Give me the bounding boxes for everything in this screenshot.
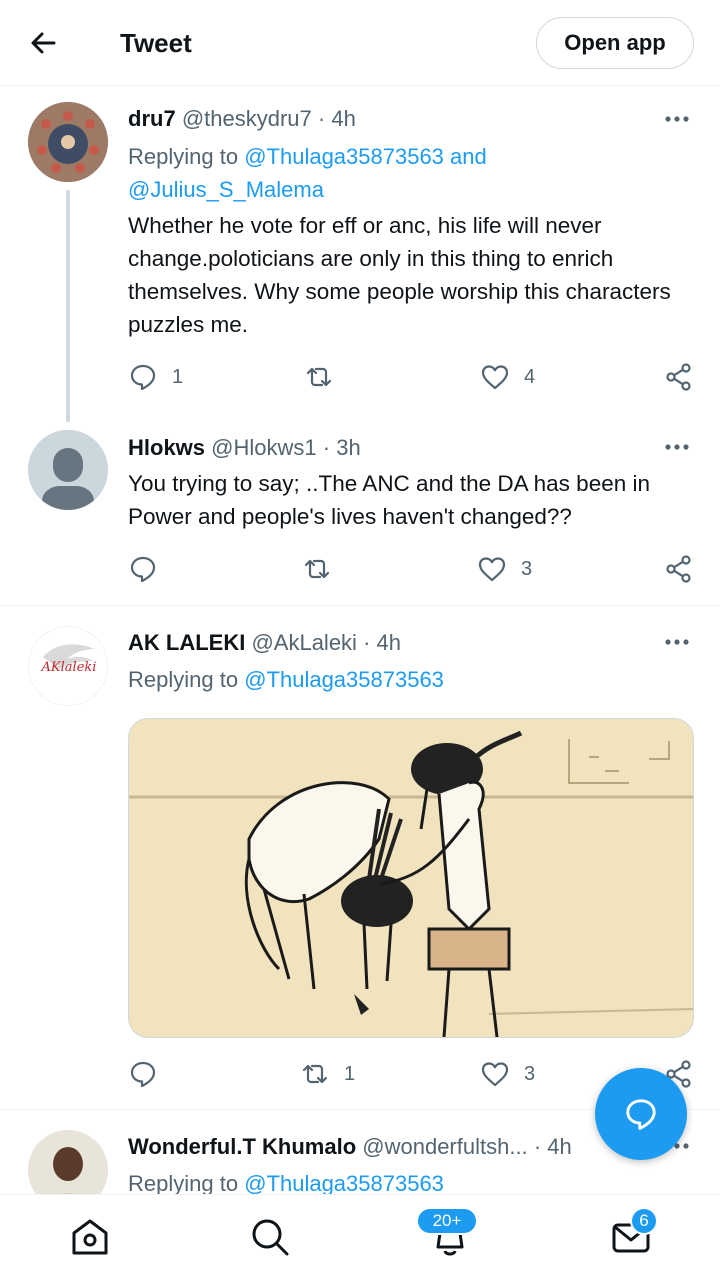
avatar-image — [28, 1130, 108, 1194]
mention-link[interactable]: @Julius_S_Malema — [128, 177, 324, 202]
more-icon[interactable] — [664, 115, 690, 123]
tweet-time[interactable]: 3h — [336, 435, 360, 460]
retweet-count: 1 — [344, 1062, 356, 1085]
retweet-icon — [304, 559, 330, 579]
replying-to: Replying to @Thulaga35873563 — [128, 1171, 444, 1194]
author-name[interactable]: Wonderful.T Khumalo — [128, 1134, 356, 1159]
reply-count: 1 — [172, 365, 184, 388]
search-icon[interactable] — [248, 1215, 292, 1259]
back-arrow-icon[interactable] — [26, 26, 60, 60]
tweet-actions: 1 4 — [128, 362, 694, 392]
author-handle[interactable]: @wonderfultsh... — [362, 1134, 527, 1159]
avatar[interactable] — [28, 102, 108, 182]
notifications-badge: 20+ — [416, 1207, 478, 1235]
bottom-nav: 20+ 6 — [0, 1194, 720, 1280]
tweet-time[interactable]: 4h — [547, 1134, 571, 1159]
more-icon[interactable] — [664, 638, 690, 646]
retweet-button[interactable]: 1 — [300, 1059, 355, 1089]
share-button[interactable] — [664, 554, 694, 584]
page-title: Tweet — [120, 28, 192, 58]
avatar-logo-text: AKlaleki — [41, 660, 97, 675]
author-handle[interactable]: @AkLaleki — [251, 630, 357, 655]
replying-to: Replying to @Thulaga35873563 — [128, 667, 444, 692]
tweet-media-image[interactable] — [128, 718, 694, 1038]
tweet-header: AK LALEKI @AkLaleki · 4h — [128, 630, 402, 655]
author-name[interactable]: dru7 — [128, 106, 176, 131]
cartoon-illustration — [129, 719, 693, 1037]
retweet-button[interactable] — [302, 554, 346, 584]
avatar[interactable] — [28, 430, 108, 510]
reply-icon — [130, 364, 156, 391]
avatar-image — [28, 102, 108, 182]
tweet-text: Whether he vote for eff or anc, his life… — [128, 213, 671, 337]
like-count: 3 — [524, 1062, 536, 1085]
thread-connector — [66, 190, 70, 422]
mention-link[interactable]: @Thulaga35873563 — [244, 144, 444, 169]
reply-button[interactable] — [128, 1059, 172, 1089]
like-count: 4 — [524, 365, 536, 388]
compose-reply-button[interactable] — [595, 1068, 687, 1160]
tweet[interactable]: dru7 @theskydru7 · 4h Replying to @Thula… — [0, 86, 720, 421]
retweet-icon — [302, 1064, 328, 1084]
reply-button[interactable] — [128, 554, 172, 584]
mention-link[interactable]: @Thulaga35873563 — [244, 667, 444, 692]
avatar[interactable]: AKlaleki — [28, 626, 108, 706]
like-count: 3 — [521, 557, 533, 580]
like-icon — [481, 365, 509, 390]
like-icon — [478, 557, 506, 582]
top-bar: Tweet Open app — [0, 0, 720, 86]
author-handle[interactable]: @theskydru7 — [182, 106, 312, 131]
tweet-header: Hlokws @Hlokws1 · 3h — [128, 435, 361, 460]
retweet-button[interactable] — [304, 362, 348, 392]
reply-button[interactable]: 1 — [128, 362, 183, 392]
like-icon — [481, 1062, 509, 1087]
share-icon — [666, 555, 691, 583]
reply-icon — [130, 556, 156, 583]
tweet-text: You trying to say; ..The ANC and the DA … — [128, 471, 650, 529]
share-button[interactable] — [664, 362, 694, 392]
replying-to: Replying to @Thulaga35873563 and @Julius… — [128, 144, 487, 202]
author-handle[interactable]: @Hlokws1 — [211, 435, 316, 460]
avatar[interactable] — [28, 1130, 108, 1194]
tweet-header: dru7 @theskydru7 · 4h — [128, 106, 356, 131]
compose-reply-icon — [626, 1099, 656, 1130]
retweet-icon — [306, 367, 332, 387]
more-icon[interactable] — [664, 443, 690, 451]
share-icon — [666, 363, 691, 391]
mention-link[interactable]: @Thulaga35873563 — [244, 1171, 444, 1194]
like-button[interactable]: 3 — [480, 1059, 535, 1089]
tweet-time[interactable]: 4h — [331, 106, 355, 131]
open-app-button[interactable]: Open app — [536, 17, 694, 69]
like-button[interactable]: 3 — [477, 554, 532, 584]
default-avatar-icon — [28, 430, 108, 510]
author-name[interactable]: AK LALEKI — [128, 630, 245, 655]
like-button[interactable]: 4 — [480, 362, 535, 392]
home-icon[interactable] — [68, 1215, 112, 1259]
tweet-time[interactable]: 4h — [377, 630, 401, 655]
tweet-actions: 3 — [128, 554, 694, 584]
avatar-image: AKlaleki — [41, 644, 97, 675]
tweet-header: Wonderful.T Khumalo @wonderfultsh... · 4… — [128, 1134, 572, 1159]
author-name[interactable]: Hlokws — [128, 435, 205, 460]
messages-badge: 6 — [630, 1207, 658, 1235]
reply-icon — [130, 1061, 156, 1088]
tweet[interactable]: Hlokws @Hlokws1 · 3h You trying to say; … — [0, 421, 720, 605]
